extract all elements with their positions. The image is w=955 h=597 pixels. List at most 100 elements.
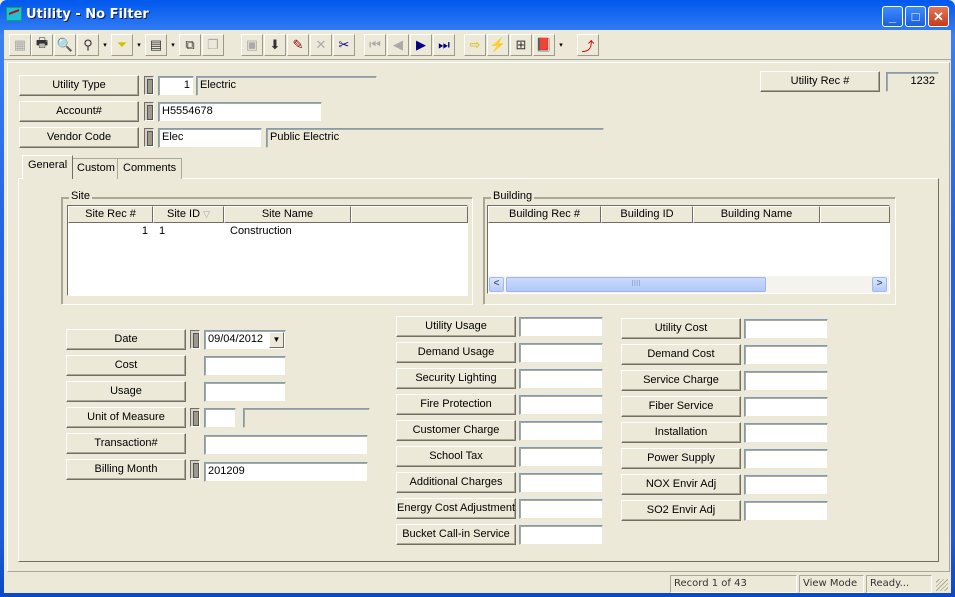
vendor-lookup-pin[interactable] xyxy=(144,128,154,147)
cost-field[interactable] xyxy=(204,356,286,376)
nox-envir-adj-button[interactable]: NOX Envir Adj xyxy=(621,474,741,495)
maximize-button[interactable]: □ xyxy=(905,6,926,27)
building-col-rec[interactable]: Building Rec # xyxy=(488,206,601,223)
customer-charge-field[interactable] xyxy=(519,421,603,441)
book-dropdown-arrow[interactable]: ▾ xyxy=(556,34,566,56)
usage-field[interactable] xyxy=(204,382,286,402)
report-dropdown-arrow[interactable]: ▾ xyxy=(168,34,178,56)
utility-type-lookup-pin[interactable] xyxy=(144,76,154,95)
report-button[interactable]: ▤ xyxy=(145,34,167,56)
billing-month-button[interactable]: Billing Month xyxy=(66,459,186,480)
quick-action-button[interactable]: ⚡ xyxy=(487,34,509,56)
site-col-id[interactable]: Site ID ▽ xyxy=(153,206,224,223)
print-preview-button[interactable]: 🔍 xyxy=(54,34,76,56)
billing-month-lookup-pin[interactable] xyxy=(190,460,200,479)
unit-of-measure-button[interactable]: Unit of Measure xyxy=(66,407,186,428)
customer-charge-button[interactable]: Customer Charge xyxy=(396,420,516,441)
chevron-down-icon[interactable]: ▼ xyxy=(269,332,284,348)
vendor-code-button[interactable]: Vendor Code xyxy=(19,127,139,148)
uom-lookup-pin[interactable] xyxy=(190,408,200,427)
installation-button[interactable]: Installation xyxy=(621,422,741,443)
exit-button[interactable]: ⤴ xyxy=(577,34,599,56)
utility-cost-button[interactable]: Utility Cost xyxy=(621,318,741,339)
utility-cost-field[interactable] xyxy=(744,319,828,339)
transaction-field[interactable] xyxy=(204,435,368,455)
previous-record-button[interactable]: ◀ xyxy=(387,34,409,56)
security-lighting-button[interactable]: Security Lighting xyxy=(396,368,516,389)
building-grid[interactable]: Building Rec # Building ID Building Name… xyxy=(487,205,890,294)
new-record-button[interactable]: ⬇ xyxy=(264,34,286,56)
additional-charges-button[interactable]: Additional Charges xyxy=(396,472,516,493)
fire-protection-button[interactable]: Fire Protection xyxy=(396,394,516,415)
utility-usage-field[interactable] xyxy=(519,317,603,337)
date-lookup-pin[interactable] xyxy=(190,330,200,349)
table-row[interactable]: 1 1 Construction xyxy=(68,224,467,239)
print-button[interactable]: 🖶 xyxy=(31,34,53,56)
tab-custom[interactable]: Custom xyxy=(71,158,121,179)
close-button[interactable]: ✕ xyxy=(928,6,949,27)
filter-dropdown-arrow[interactable]: ▾ xyxy=(134,34,144,56)
title-bar[interactable]: Utility - No Filter _ □ ✕ xyxy=(0,0,955,30)
bucket-call-in-service-field[interactable] xyxy=(519,525,603,545)
power-supply-button[interactable]: Power Supply xyxy=(621,448,741,469)
uom-code-field[interactable] xyxy=(204,408,236,428)
tab-general[interactable]: General xyxy=(22,155,74,179)
security-lighting-field[interactable] xyxy=(519,369,603,389)
delete-button[interactable]: ✕ xyxy=(310,34,332,56)
export-button[interactable]: ⧉ xyxy=(179,34,201,56)
building-col-name[interactable]: Building Name xyxy=(693,206,820,223)
fiber-service-field[interactable] xyxy=(744,397,828,417)
date-picker[interactable]: 09/04/2012 ▼ xyxy=(204,330,286,350)
save-button[interactable]: ▣ xyxy=(241,34,263,56)
date-button[interactable]: Date xyxy=(66,329,186,350)
edit-button[interactable]: ✎ xyxy=(287,34,309,56)
minimize-button[interactable]: _ xyxy=(882,6,903,27)
energy-cost-adjustment-button[interactable]: Energy Cost Adjustment xyxy=(396,498,516,519)
fire-protection-field[interactable] xyxy=(519,395,603,415)
find-dropdown-arrow[interactable]: ▾ xyxy=(100,34,110,56)
book-button[interactable]: 📕 xyxy=(533,34,555,56)
site-col-blank[interactable] xyxy=(351,206,468,223)
utility-rec-button[interactable]: Utility Rec # xyxy=(760,71,880,92)
bucket-call-in-service-button[interactable]: Bucket Call-in Service xyxy=(396,524,516,545)
form-view-button[interactable]: ▦ xyxy=(9,34,31,56)
energy-cost-adjustment-field[interactable] xyxy=(519,499,603,519)
scroll-left-button[interactable]: < xyxy=(489,277,504,292)
demand-cost-field[interactable] xyxy=(744,345,828,365)
last-record-button[interactable]: ⏭ xyxy=(433,34,455,56)
next-record-button[interactable]: ▶ xyxy=(410,34,432,56)
nox-envir-adj-field[interactable] xyxy=(744,475,828,495)
school-tax-button[interactable]: School Tax xyxy=(396,446,516,467)
first-record-button[interactable]: ⏮ xyxy=(364,34,386,56)
demand-usage-button[interactable]: Demand Usage xyxy=(396,342,516,363)
building-col-id[interactable]: Building ID xyxy=(601,206,693,223)
so2-envir-adj-field[interactable] xyxy=(744,501,828,521)
site-grid[interactable]: Site Rec # Site ID ▽ Site Name 1 1 Const… xyxy=(67,205,468,296)
utility-usage-button[interactable]: Utility Usage xyxy=(396,316,516,337)
transaction-button[interactable]: Transaction# xyxy=(66,433,186,454)
copy-record-button[interactable]: ❐ xyxy=(202,34,224,56)
demand-usage-field[interactable] xyxy=(519,343,603,363)
demand-cost-button[interactable]: Demand Cost xyxy=(621,344,741,365)
account-button[interactable]: Account# xyxy=(19,101,139,122)
find-button[interactable]: ⚲ xyxy=(77,34,99,56)
site-col-name[interactable]: Site Name xyxy=(224,206,351,223)
school-tax-field[interactable] xyxy=(519,447,603,467)
account-field[interactable]: H5554678 xyxy=(158,102,322,122)
usage-button[interactable]: Usage xyxy=(66,381,186,402)
account-lookup-pin[interactable] xyxy=(144,102,154,121)
scroll-right-button[interactable]: > xyxy=(872,277,887,292)
horizontal-scrollbar[interactable]: < IIII > xyxy=(488,276,889,293)
building-col-blank[interactable] xyxy=(820,206,890,223)
tab-comments[interactable]: Comments xyxy=(117,158,183,179)
installation-field[interactable] xyxy=(744,423,828,443)
billing-month-field[interactable]: 201209 xyxy=(204,462,368,482)
service-charge-field[interactable] xyxy=(744,371,828,391)
utility-type-button[interactable]: Utility Type xyxy=(19,75,139,96)
utility-type-code-field[interactable]: 1 xyxy=(158,76,194,96)
hierarchy-button[interactable]: ⊞ xyxy=(510,34,532,56)
vendor-code-field[interactable]: Elec xyxy=(158,128,262,148)
goto-button[interactable]: ⇨ xyxy=(464,34,486,56)
so2-envir-adj-button[interactable]: SO2 Envir Adj xyxy=(621,500,741,521)
filter-button[interactable]: ⏷ xyxy=(111,34,133,56)
